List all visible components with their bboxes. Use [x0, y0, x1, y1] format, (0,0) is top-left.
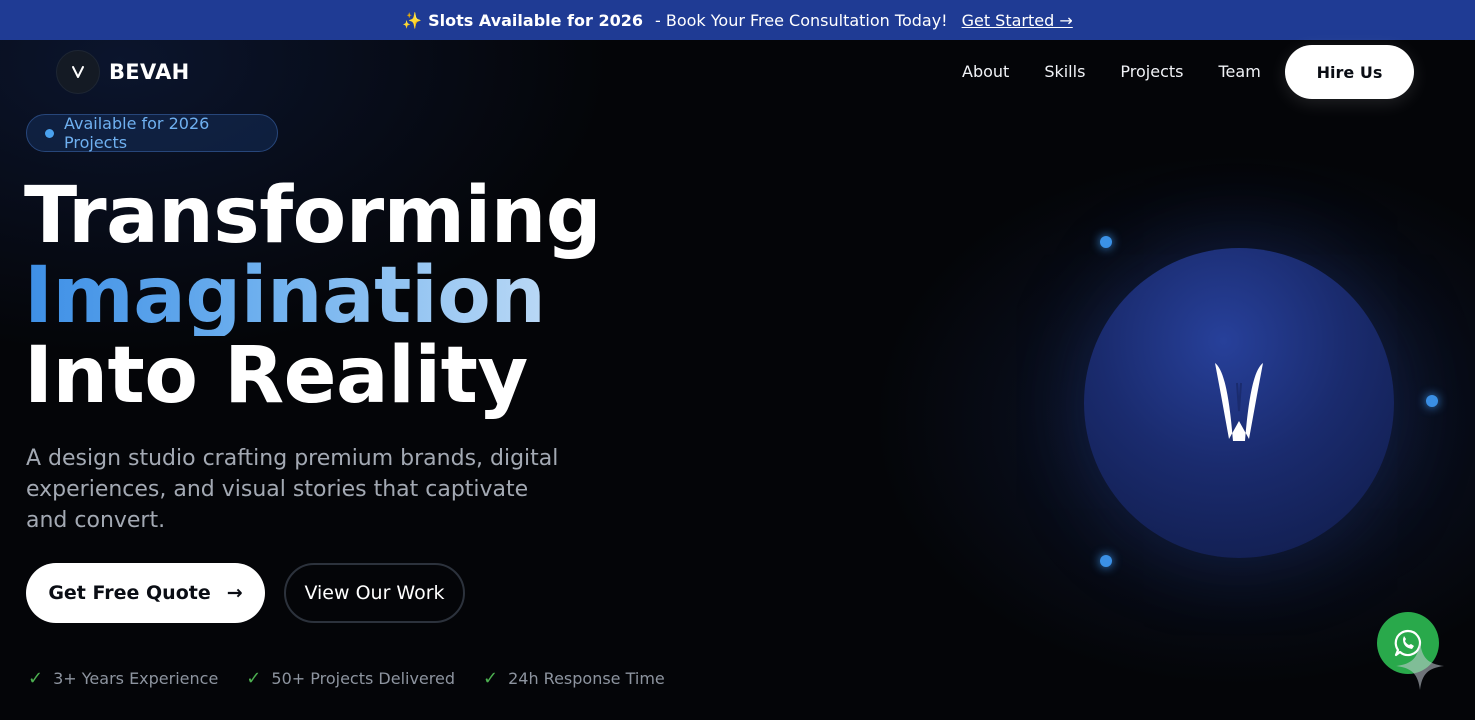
hire-us-button[interactable]: Hire Us — [1285, 45, 1414, 99]
orbit-dot — [1426, 395, 1438, 407]
get-free-quote-button[interactable]: Get Free Quote → — [26, 563, 265, 623]
logo[interactable]: BEVAH — [56, 50, 190, 94]
arrow-right-icon: → — [226, 582, 243, 604]
nav-link-skills[interactable]: Skills — [1044, 62, 1085, 81]
badge-label: Available for 2026 Projects — [63, 114, 210, 152]
status-dot-icon — [45, 128, 54, 138]
stat-item: ✓ 50+ Projects Delivered — [246, 668, 455, 689]
v-logo-icon — [1215, 363, 1263, 441]
headline-line-2: Imagination — [24, 256, 601, 336]
stat-label: 24h Response Time — [508, 669, 665, 688]
hero-headline: Transforming Imagination Into Reality — [24, 171, 602, 421]
nav-link-about[interactable]: About — [962, 62, 1009, 81]
stat-item: ✓ 24h Response Time — [483, 668, 665, 689]
announcement-text: - Book Your Free Consultation Today! — [655, 10, 948, 30]
stat-label: 3+ Years Experience — [53, 669, 219, 688]
hero-stats: ✓ 3+ Years Experience ✓ 50+ Projects Del… — [28, 668, 665, 689]
check-icon: ✓ — [246, 668, 262, 689]
stat-label: 50+ Projects Delivered — [271, 669, 455, 688]
hero-orb — [1084, 248, 1394, 558]
headline-line-3: Into Reality — [24, 331, 528, 421]
view-our-work-button[interactable]: View Our Work — [284, 563, 465, 623]
sparkle-icon: ✨ — [402, 10, 423, 30]
orbit-dot — [1100, 555, 1112, 567]
nav-link-team[interactable]: Team — [1218, 62, 1260, 81]
nav-link-projects[interactable]: Projects — [1120, 62, 1183, 81]
get-started-link[interactable]: Get Started → — [962, 11, 1073, 30]
logo-mark-icon — [56, 50, 100, 94]
logo-v-glyph — [72, 66, 84, 78]
check-icon: ✓ — [483, 668, 499, 689]
announcement-highlight: Slots Available for 2026 — [428, 10, 643, 30]
availability-badge: Available for 2026 Projects — [26, 114, 278, 152]
announcement-bar: ✨ Slots Available for 2026 - Book Your F… — [0, 0, 1475, 40]
sparkle-decoration-icon — [1396, 642, 1444, 690]
hero-subtitle: A design studio crafting premium brands,… — [26, 446, 559, 533]
brand-name: BEVAH — [109, 60, 190, 84]
nav-links: About Skills Projects Team — [962, 62, 1261, 81]
navbar: BEVAH About Skills Projects Team Hire Us — [0, 40, 1475, 104]
headline-line-1: Transforming — [24, 171, 602, 261]
orbit-dot — [1100, 236, 1112, 248]
stat-item: ✓ 3+ Years Experience — [28, 668, 218, 689]
page: ✨ Slots Available for 2026 - Book Your F… — [0, 0, 1475, 720]
check-icon: ✓ — [28, 668, 44, 689]
get-free-quote-label: Get Free Quote — [48, 582, 211, 604]
